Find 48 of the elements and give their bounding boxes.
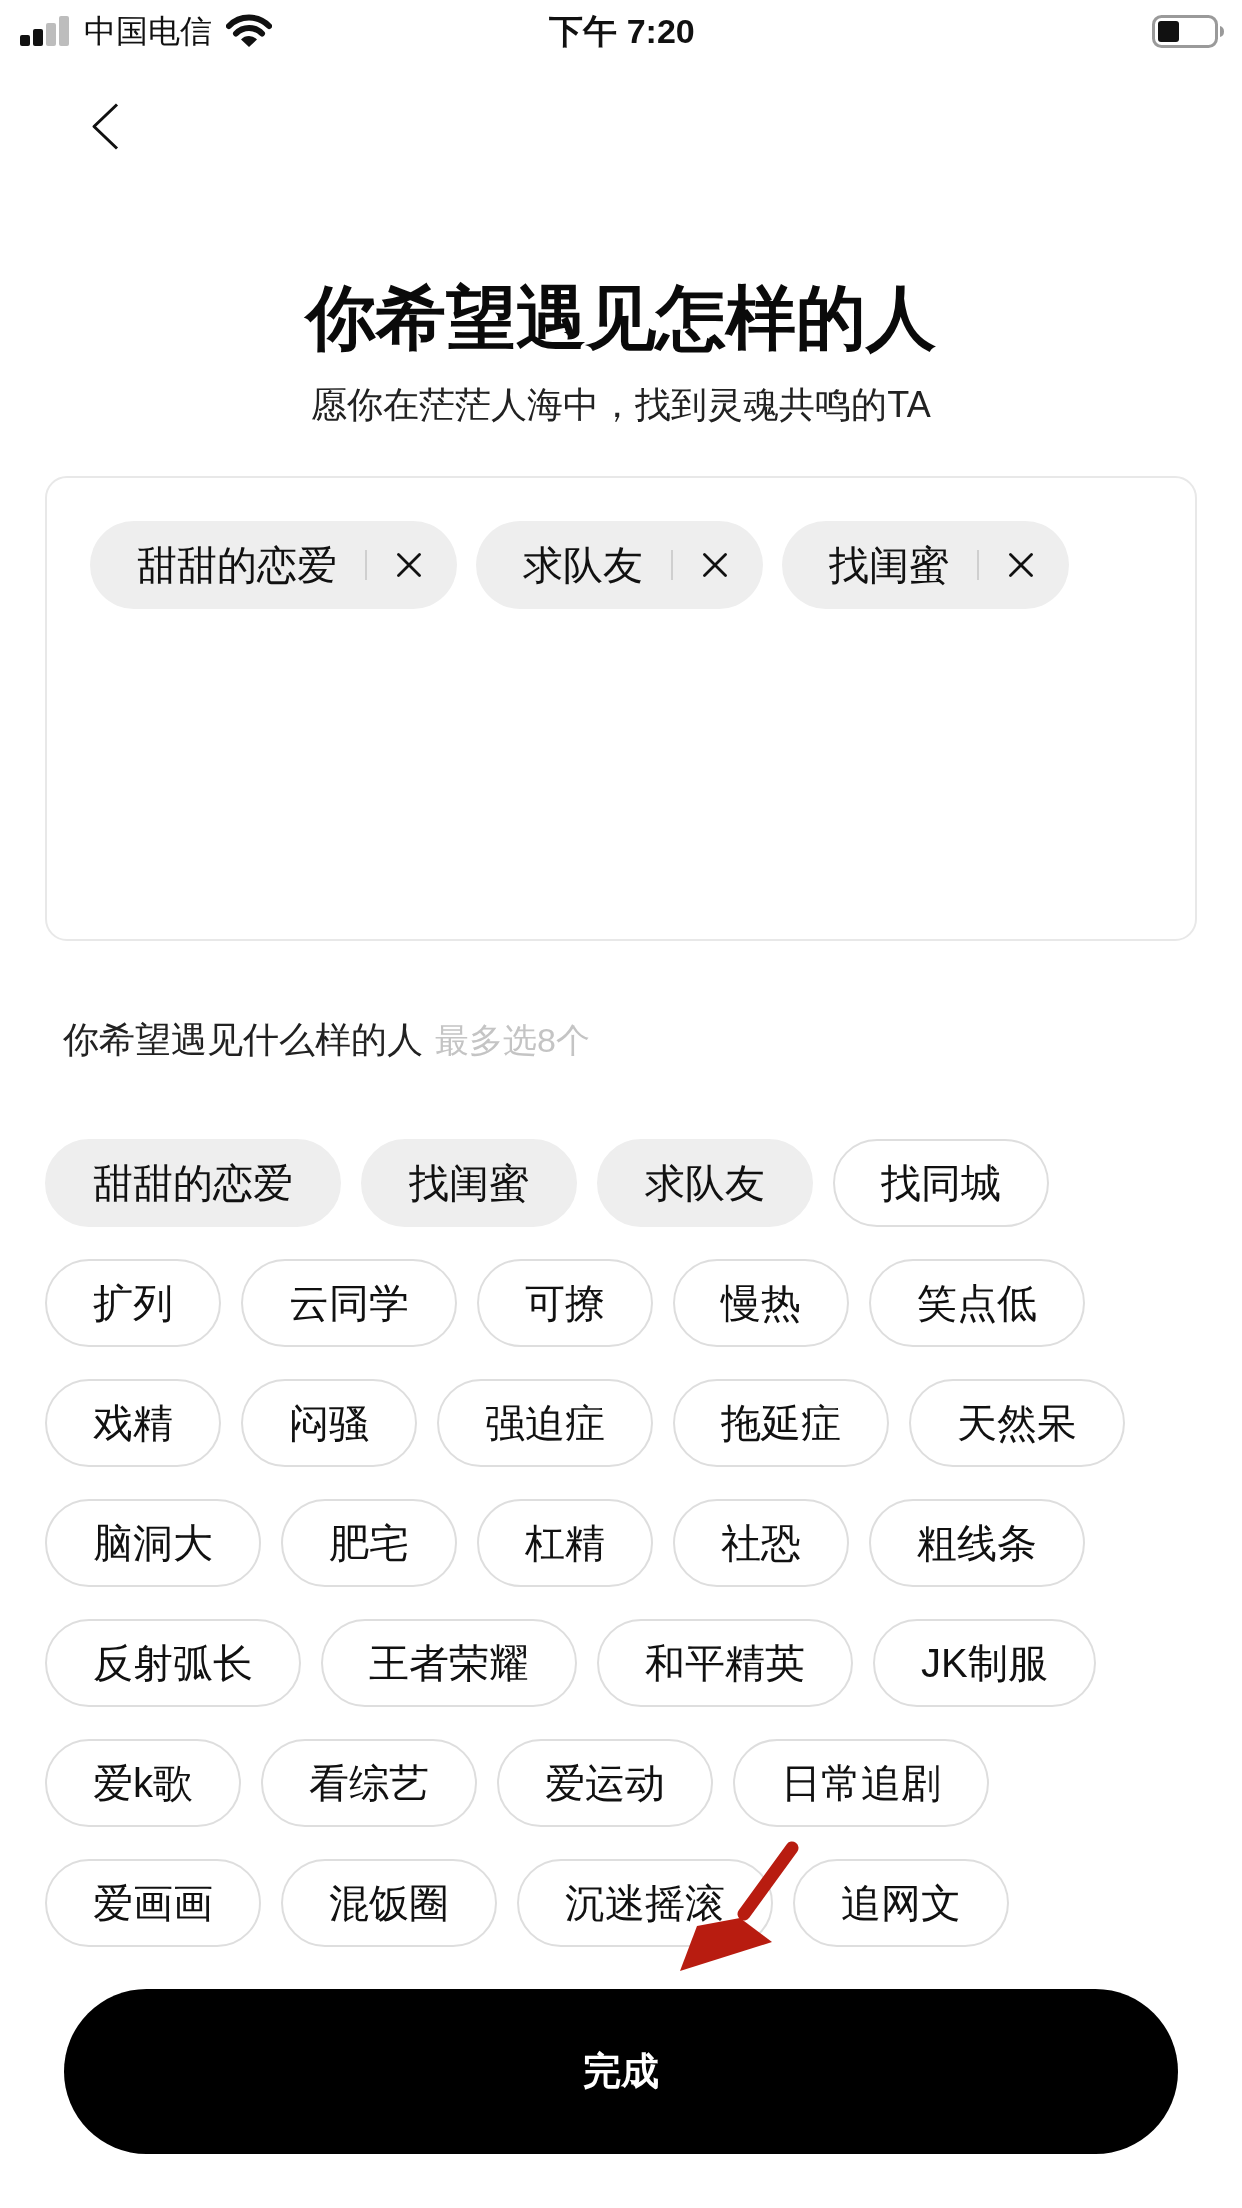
tag-option[interactable]: 粗线条 bbox=[869, 1499, 1085, 1587]
tag-option[interactable]: 可撩 bbox=[477, 1259, 653, 1347]
tag-label: 甜甜的恋爱 bbox=[137, 545, 337, 585]
picker-label: 你希望遇见什么样的人 bbox=[63, 1018, 423, 1062]
tag-option[interactable]: 找闺蜜 bbox=[361, 1139, 577, 1227]
tag-option[interactable]: 看综艺 bbox=[261, 1739, 477, 1827]
close-icon[interactable] bbox=[397, 553, 421, 577]
tag-option[interactable]: 沉迷摇滚 bbox=[517, 1859, 773, 1947]
tag-option[interactable]: 追网文 bbox=[793, 1859, 1009, 1947]
tag-option[interactable]: 慢热 bbox=[673, 1259, 849, 1347]
close-icon[interactable] bbox=[1009, 553, 1033, 577]
done-button[interactable]: 完成 bbox=[64, 1989, 1178, 2154]
wifi-icon bbox=[226, 14, 272, 48]
tag-option[interactable]: 求队友 bbox=[597, 1139, 813, 1227]
tag-option[interactable]: 杠精 bbox=[477, 1499, 653, 1587]
tag-option[interactable]: 社恐 bbox=[673, 1499, 849, 1587]
tag-label: 求队友 bbox=[523, 545, 643, 585]
tag-option[interactable]: 找同城 bbox=[833, 1139, 1049, 1227]
tag-option[interactable]: 爱k歌 bbox=[45, 1739, 241, 1827]
tag-option[interactable]: 日常追剧 bbox=[733, 1739, 989, 1827]
tag-option[interactable]: 爱运动 bbox=[497, 1739, 713, 1827]
tag-option[interactable]: 王者荣耀 bbox=[321, 1619, 577, 1707]
tag-option[interactable]: 肥宅 bbox=[281, 1499, 457, 1587]
tag-option[interactable]: 脑洞大 bbox=[45, 1499, 261, 1587]
tag-option[interactable]: 拖延症 bbox=[673, 1379, 889, 1467]
signal-icon bbox=[20, 16, 70, 46]
tag-option[interactable]: 爱画画 bbox=[45, 1859, 261, 1947]
page-subtitle: 愿你在茫茫人海中，找到灵魂共鸣的TA bbox=[311, 383, 931, 427]
tag-option[interactable]: 天然呆 bbox=[909, 1379, 1125, 1467]
picker-hint: 最多选8个 bbox=[435, 1020, 590, 1061]
tag-option[interactable]: 甜甜的恋爱 bbox=[45, 1139, 341, 1227]
tag-option[interactable]: 戏精 bbox=[45, 1379, 221, 1467]
close-icon[interactable] bbox=[703, 553, 727, 577]
tag-option[interactable]: JK制服 bbox=[873, 1619, 1096, 1707]
tag-option[interactable]: 混饭圈 bbox=[281, 1859, 497, 1947]
tag-option[interactable]: 闷骚 bbox=[241, 1379, 417, 1467]
tag-option[interactable]: 强迫症 bbox=[437, 1379, 653, 1467]
tag-option[interactable]: 笑点低 bbox=[869, 1259, 1085, 1347]
tag-option[interactable]: 反射弧长 bbox=[45, 1619, 301, 1707]
carrier-name: 中国电信 bbox=[84, 15, 212, 47]
tag-label: 找闺蜜 bbox=[829, 545, 949, 585]
page-title: 你希望遇见怎样的人 bbox=[306, 278, 936, 359]
back-icon[interactable] bbox=[91, 103, 119, 150]
tag-option[interactable]: 云同学 bbox=[241, 1259, 457, 1347]
battery-icon bbox=[1152, 14, 1224, 48]
status-time: 下午 7:20 bbox=[549, 14, 695, 48]
tag-option[interactable]: 和平精英 bbox=[597, 1619, 853, 1707]
tag-option[interactable]: 扩列 bbox=[45, 1259, 221, 1347]
